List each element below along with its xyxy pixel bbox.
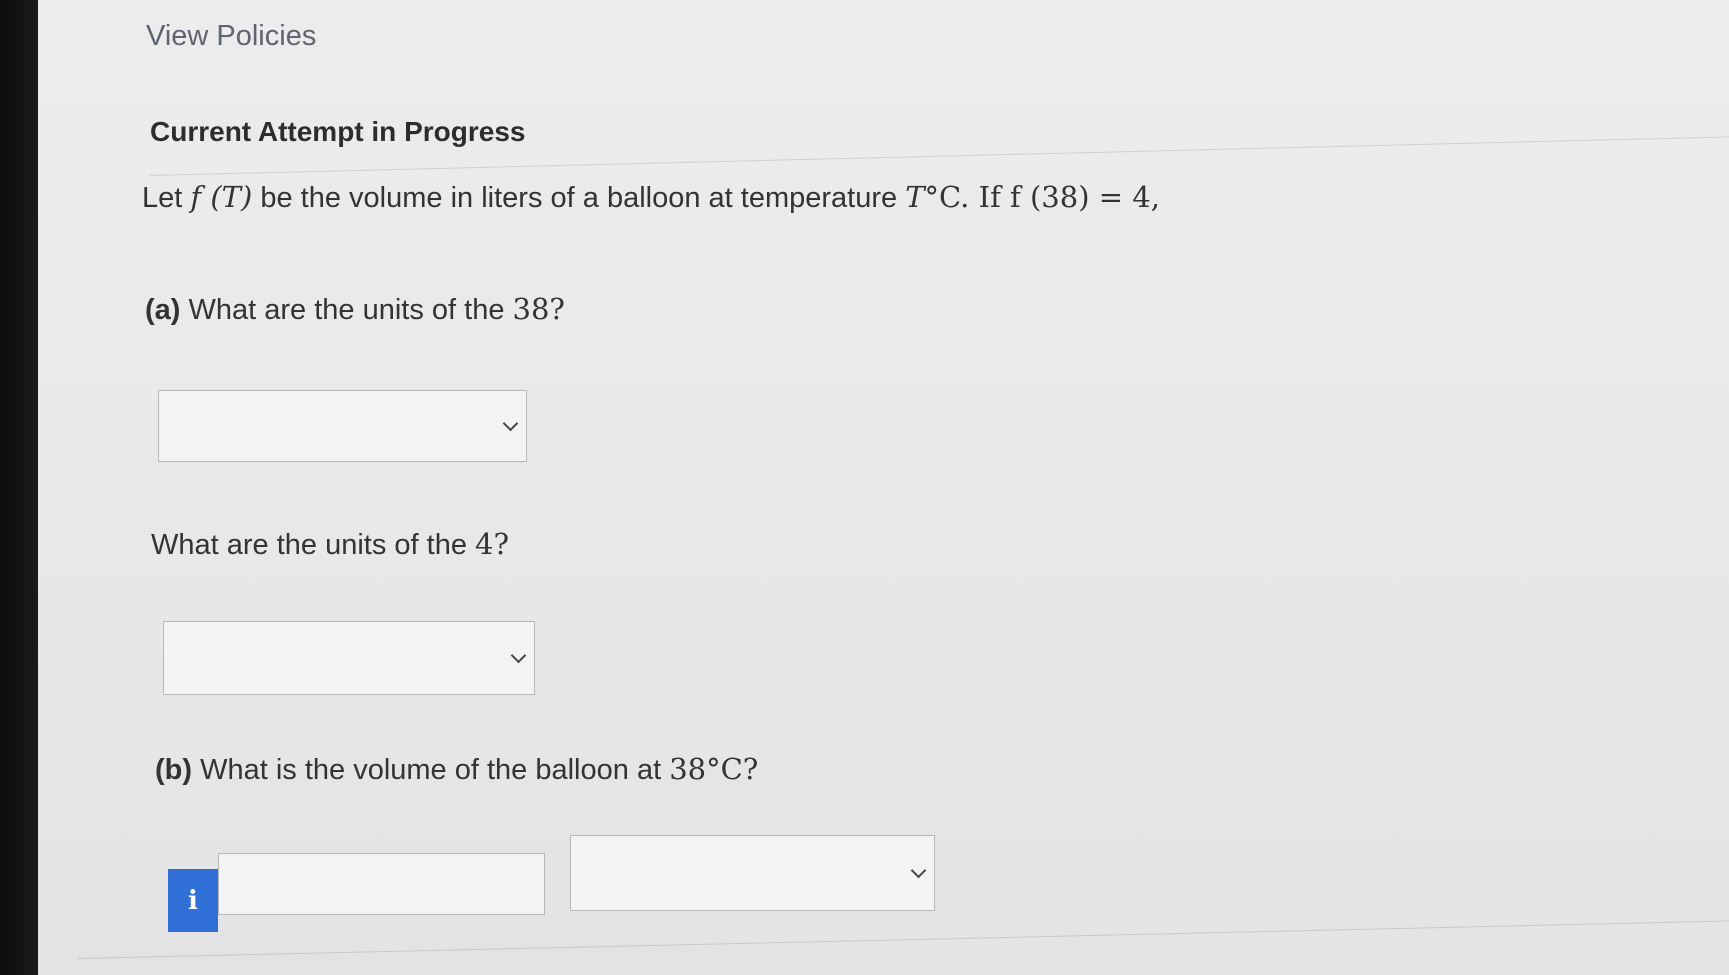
info-icon[interactable]: i — [168, 869, 218, 932]
units-4-select[interactable] — [163, 621, 535, 695]
units-38-select[interactable] — [158, 390, 527, 462]
divider-bottom — [78, 919, 1729, 959]
view-policies-link[interactable]: View Policies — [146, 20, 316, 53]
volume-input[interactable] — [218, 853, 545, 915]
volume-units-select[interactable] — [570, 835, 935, 911]
part-a-question: (a) What are the units of the 38? — [145, 292, 565, 326]
part-b-label: (b) — [155, 754, 193, 786]
chevron-down-icon — [502, 415, 519, 432]
part-a-label: (a) — [145, 294, 181, 326]
part-b-question: (b) What is the volume of the balloon at… — [155, 752, 759, 786]
chevron-down-icon — [910, 862, 927, 879]
chevron-down-icon — [510, 647, 527, 664]
part-a2-question: What are the units of the 4? — [151, 527, 510, 561]
screen: View Policies Current Attempt in Progres… — [38, 0, 1729, 975]
section-title: Current Attempt in Progress — [150, 116, 526, 147]
question-intro: Let f (T) be the volume in liters of a b… — [142, 180, 1160, 214]
